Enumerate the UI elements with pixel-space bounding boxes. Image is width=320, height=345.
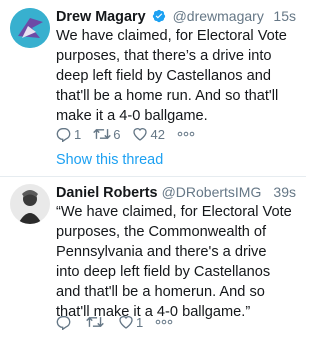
handle[interactable]: @DRobertsIMG bbox=[162, 184, 262, 200]
reply-icon bbox=[56, 316, 71, 330]
timestamp[interactable]: 15s bbox=[273, 6, 296, 26]
retweet-button[interactable] bbox=[86, 314, 106, 330]
like-button[interactable]: 1 bbox=[118, 314, 143, 330]
like-count: 1 bbox=[136, 314, 144, 330]
tweet-daniel-roberts[interactable]: Daniel Roberts @DRobertsIMG 39s “We have… bbox=[0, 176, 306, 345]
reply-button[interactable] bbox=[56, 314, 74, 330]
like-icon bbox=[133, 128, 148, 141]
like-icon bbox=[119, 316, 133, 329]
retweet-icon bbox=[93, 128, 112, 140]
avatar[interactable] bbox=[10, 184, 50, 224]
tweet-actions: 1 bbox=[56, 313, 185, 331]
tweet-header: Daniel Roberts @DRobertsIMG 39s bbox=[56, 182, 296, 202]
verified-icon bbox=[152, 9, 165, 23]
reply-count: 1 bbox=[74, 126, 82, 142]
retweet-button[interactable]: 6 bbox=[93, 126, 120, 142]
show-thread-link[interactable]: Show this thread bbox=[56, 152, 163, 168]
reply-button[interactable]: 1 bbox=[56, 126, 81, 142]
retweet-icon bbox=[86, 316, 104, 328]
timestamp[interactable]: 39s bbox=[273, 182, 296, 202]
avatar[interactable] bbox=[10, 8, 50, 48]
more-button[interactable] bbox=[155, 318, 173, 326]
more-icon bbox=[155, 319, 173, 325]
like-count: 42 bbox=[150, 126, 165, 142]
retweet-count: 6 bbox=[113, 126, 121, 142]
more-button[interactable] bbox=[177, 130, 195, 138]
more-icon bbox=[177, 131, 195, 137]
tweet-text: We have claimed, for Electoral Vote purp… bbox=[56, 28, 287, 124]
tweet-header: Drew Magary @drewmagary 15s bbox=[56, 6, 296, 26]
like-button[interactable]: 42 bbox=[132, 126, 165, 142]
reply-icon bbox=[56, 128, 71, 142]
display-name[interactable]: Drew Magary bbox=[56, 9, 146, 25]
tweet-drew-magary[interactable]: Drew Magary @drewmagary 15s We have clai… bbox=[0, 0, 306, 176]
display-name[interactable]: Daniel Roberts bbox=[56, 185, 158, 201]
handle[interactable]: @drewmagary bbox=[173, 8, 264, 24]
tweet-actions: 1 6 42 bbox=[56, 125, 207, 143]
tweet-text: “We have claimed, for Electoral Vote pur… bbox=[56, 204, 292, 320]
